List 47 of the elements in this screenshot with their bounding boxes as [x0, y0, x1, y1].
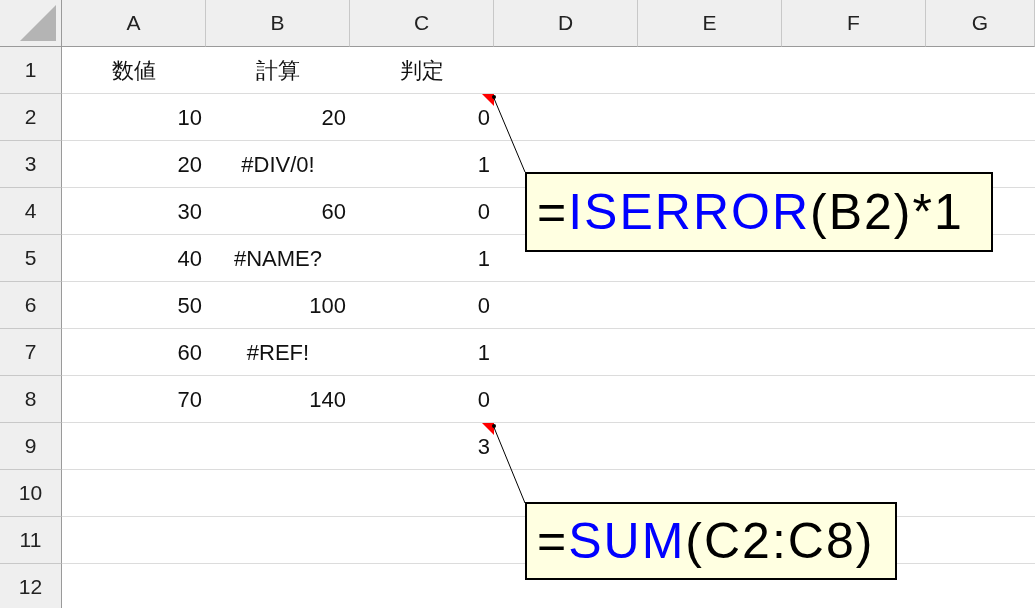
column-header[interactable]: E — [638, 0, 782, 47]
cell-value: 判定 — [399, 56, 445, 85]
cell-value: 0 — [476, 386, 490, 413]
cell-value: 20 — [176, 151, 202, 178]
row-header[interactable]: 9 — [0, 423, 62, 470]
cell-value: 3 — [476, 433, 490, 460]
cell-value: 10 — [176, 104, 202, 131]
cell-value: 数値 — [111, 56, 157, 85]
cell-value: #NAME? — [232, 245, 323, 272]
row-header[interactable]: 7 — [0, 329, 62, 376]
column-header[interactable]: D — [494, 0, 638, 47]
cell-value: 60 — [320, 198, 346, 225]
cell-value: 100 — [308, 292, 346, 319]
cell-value: 1 — [476, 151, 490, 178]
column-header[interactable]: C — [350, 0, 494, 47]
cell-value: #REF! — [245, 339, 311, 366]
column-header[interactable]: A — [62, 0, 206, 47]
cell-value: 計算 — [255, 56, 301, 85]
formula-text: =SUM(C2:C8) — [537, 512, 875, 570]
formula-text: =ISERROR(B2)*1 — [537, 183, 964, 241]
column-header[interactable]: F — [782, 0, 926, 47]
cell-value: #DIV/0! — [240, 151, 316, 178]
cell-value: 0 — [476, 198, 490, 225]
column-header[interactable]: B — [206, 0, 350, 47]
cell-value: 70 — [176, 386, 202, 413]
cell-value: 1 — [476, 339, 490, 366]
cell-value: 0 — [476, 292, 490, 319]
cell-value: 20 — [320, 104, 346, 131]
cell-value: 60 — [176, 339, 202, 366]
row-header[interactable]: 12 — [0, 564, 62, 608]
cell-value: 140 — [308, 386, 346, 413]
row-header[interactable]: 3 — [0, 141, 62, 188]
row-header[interactable]: 1 — [0, 47, 62, 94]
select-all-icon[interactable] — [18, 3, 58, 43]
cell-value: 30 — [176, 198, 202, 225]
row-header[interactable]: 4 — [0, 188, 62, 235]
cell-value: 40 — [176, 245, 202, 272]
cell-value: 0 — [476, 104, 490, 131]
row-header[interactable]: 5 — [0, 235, 62, 282]
column-header[interactable]: G — [926, 0, 1035, 47]
row-header[interactable]: 11 — [0, 517, 62, 564]
cell-value: 1 — [476, 245, 490, 272]
row-header[interactable]: 2 — [0, 94, 62, 141]
row-header[interactable]: 6 — [0, 282, 62, 329]
row-header[interactable]: 10 — [0, 470, 62, 517]
cell-value: 50 — [176, 292, 202, 319]
row-header[interactable]: 8 — [0, 376, 62, 423]
